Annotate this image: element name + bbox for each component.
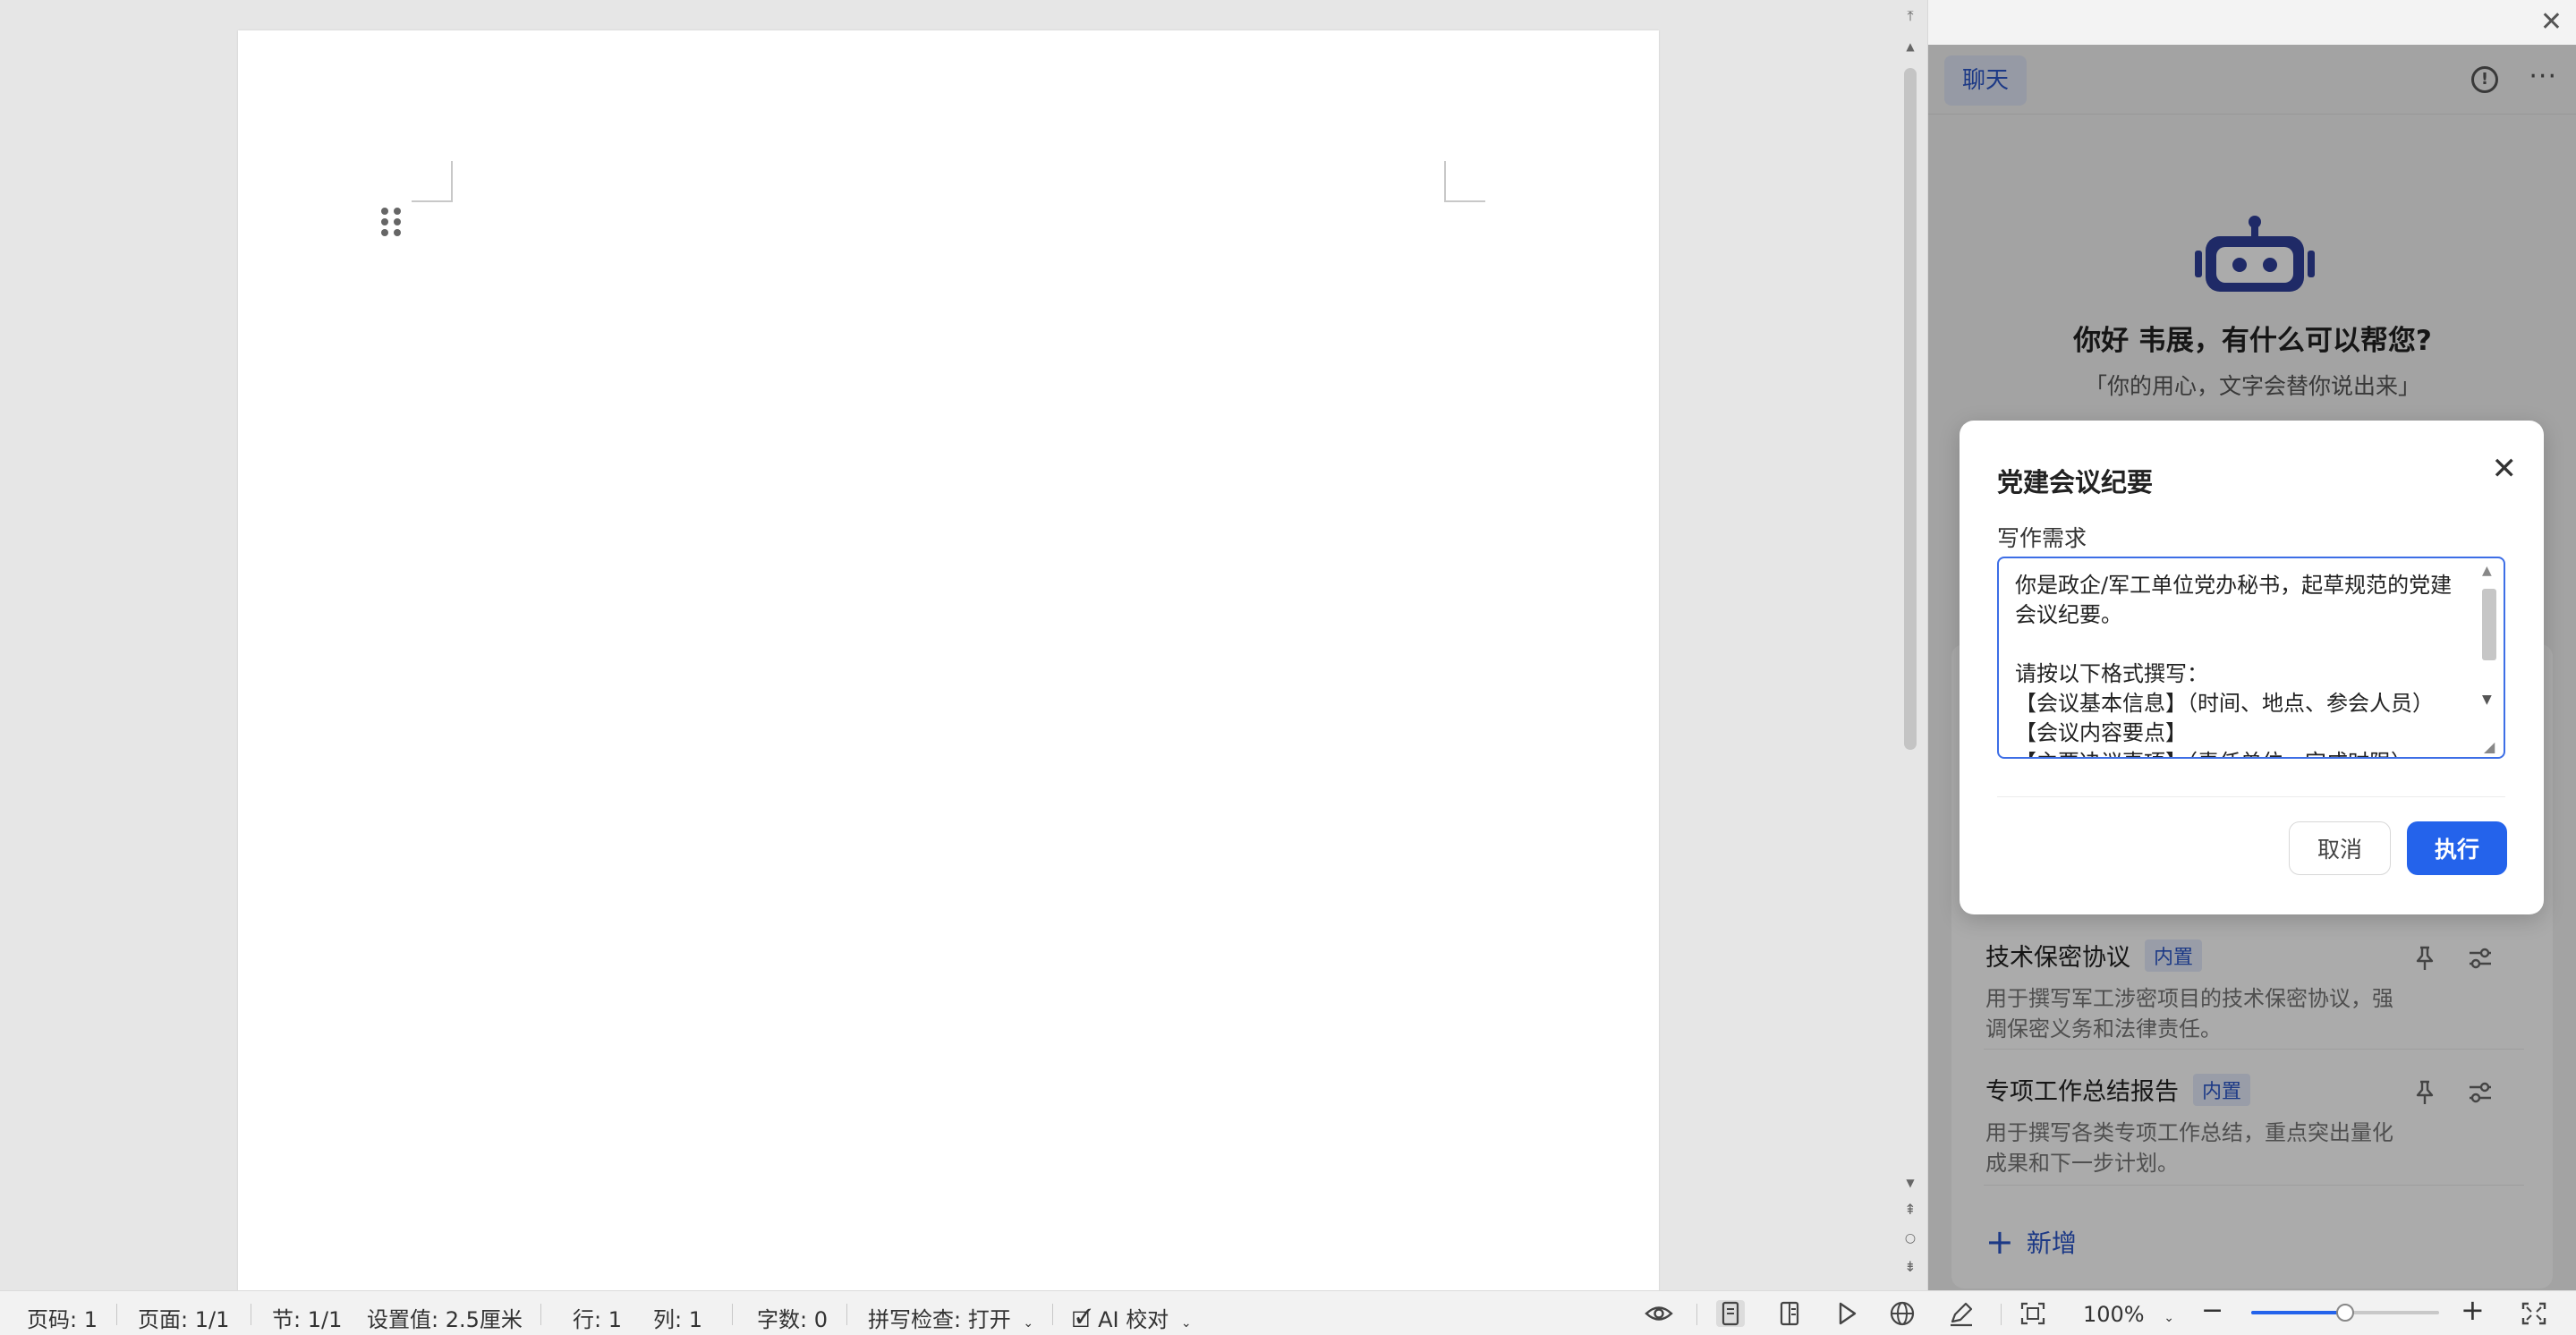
status-separator xyxy=(732,1304,733,1325)
close-panel-icon[interactable]: ✕ xyxy=(2540,7,2563,38)
dialog-title: 党建会议纪要 xyxy=(1997,467,2154,497)
zoom-slider[interactable] xyxy=(2251,1304,2439,1322)
zoom-out-icon[interactable]: − xyxy=(2201,1295,2223,1326)
next-page-icon[interactable]: ⇟ xyxy=(1899,1256,1922,1278)
page-view-icon[interactable] xyxy=(1716,1300,1745,1327)
scroll-top-icon[interactable]: ⤒ xyxy=(1899,5,1922,27)
chevron-down-icon: ⌄ xyxy=(1180,1316,1192,1331)
status-page[interactable]: 页面: 1/1 xyxy=(138,1302,229,1333)
web-view-icon[interactable] xyxy=(1888,1300,1917,1327)
fullscreen-icon[interactable] xyxy=(2520,1300,2548,1327)
status-word-count[interactable]: 字数: 0 xyxy=(757,1302,828,1333)
zoom-select[interactable]: 100% ⌄ xyxy=(2083,1302,2174,1327)
textarea-scroll-thumb[interactable] xyxy=(2482,589,2496,660)
requirement-label: 写作需求 xyxy=(1997,525,2087,551)
zoom-slider-handle[interactable] xyxy=(2336,1304,2354,1322)
resize-grip-icon[interactable]: ◢ xyxy=(2484,738,2495,755)
status-row[interactable]: 行: 1 xyxy=(573,1302,622,1333)
chevron-down-icon: ⌄ xyxy=(2164,1311,2174,1325)
status-bar: 页码: 1 页面: 1/1 节: 1/1 设置值: 2.5厘米 行: 1 列: … xyxy=(0,1290,2576,1335)
margin-corner-top-left xyxy=(412,161,453,202)
requirement-text[interactable]: 你是政企/军工单位党办秘书，起草规范的党建会议纪要。 请按以下格式撰写： 【会议… xyxy=(2015,571,2462,757)
close-dialog-icon[interactable]: ✕ xyxy=(2492,451,2518,487)
zoom-in-icon[interactable]: + xyxy=(2461,1293,2485,1327)
textarea-scrollbar[interactable]: ▲ ▼ ◢ xyxy=(2473,558,2504,757)
document-editor[interactable]: ⤒ ▲ ▼ ⇞ ○ ⇟ xyxy=(0,0,1926,1290)
spell-check-label: 拼写检查: 打开 xyxy=(868,1307,1011,1332)
scroll-up-arrow-icon[interactable]: ▲ xyxy=(2482,564,2492,578)
template-dialog: 党建会议纪要 ✕ 写作需求 你是政企/军工单位党办秘书，起草规范的党建会议纪要。… xyxy=(1960,421,2544,914)
proofread-icon: 🗹 xyxy=(1072,1307,1092,1332)
status-page-code[interactable]: 页码: 1 xyxy=(27,1302,98,1333)
fit-page-icon[interactable] xyxy=(2019,1300,2047,1327)
requirement-textarea[interactable]: 你是政企/军工单位党办秘书，起草规范的党建会议纪要。 请按以下格式撰写： 【会议… xyxy=(1997,557,2505,759)
status-setting[interactable]: 设置值: 2.5厘米 xyxy=(367,1302,523,1333)
eye-icon[interactable] xyxy=(1645,1300,1673,1327)
ai-proofread-label: AI 校对 xyxy=(1098,1307,1169,1332)
document-page[interactable] xyxy=(238,30,1659,1290)
drag-handle-icon[interactable] xyxy=(381,208,404,238)
execute-button[interactable]: 执行 xyxy=(2407,821,2507,875)
status-separator xyxy=(846,1304,847,1325)
panel-topbar: ✕ xyxy=(1928,0,2576,45)
spell-check-toggle[interactable]: 拼写检查: 打开 ⌄ xyxy=(868,1302,1033,1333)
vertical-scrollbar[interactable]: ⤒ ▲ ▼ ⇞ ○ ⇟ xyxy=(1895,0,1926,1290)
browse-object-icon[interactable]: ○ xyxy=(1899,1228,1922,1249)
zoom-value: 100% xyxy=(2083,1302,2145,1327)
cancel-button[interactable]: 取消 xyxy=(2289,821,2391,875)
scrollbar-thumb[interactable] xyxy=(1904,68,1917,750)
status-separator xyxy=(540,1304,541,1325)
status-separator xyxy=(1052,1304,1053,1325)
status-separator xyxy=(2001,1304,2002,1325)
scroll-down-arrow-icon[interactable]: ▼ xyxy=(2482,693,2492,707)
pen-icon[interactable] xyxy=(1947,1300,1976,1327)
ai-proofread-button[interactable]: 🗹 AI 校对 ⌄ xyxy=(1072,1302,1192,1335)
chevron-down-icon: ⌄ xyxy=(1023,1316,1034,1331)
zoom-slider-fill xyxy=(2251,1311,2345,1314)
dialog-divider xyxy=(1997,796,2505,797)
previous-page-icon[interactable]: ⇞ xyxy=(1899,1199,1922,1220)
status-separator xyxy=(1696,1304,1697,1325)
status-column[interactable]: 列: 1 xyxy=(653,1302,702,1333)
margin-corner-top-right xyxy=(1444,161,1485,202)
scroll-down-arrow-icon[interactable]: ▼ xyxy=(1899,1172,1922,1194)
status-section[interactable]: 节: 1/1 xyxy=(272,1302,342,1333)
play-icon[interactable] xyxy=(1832,1300,1861,1327)
status-separator xyxy=(116,1304,117,1325)
scroll-up-arrow-icon[interactable]: ▲ xyxy=(1899,36,1922,57)
outline-view-icon[interactable] xyxy=(1775,1300,1804,1327)
